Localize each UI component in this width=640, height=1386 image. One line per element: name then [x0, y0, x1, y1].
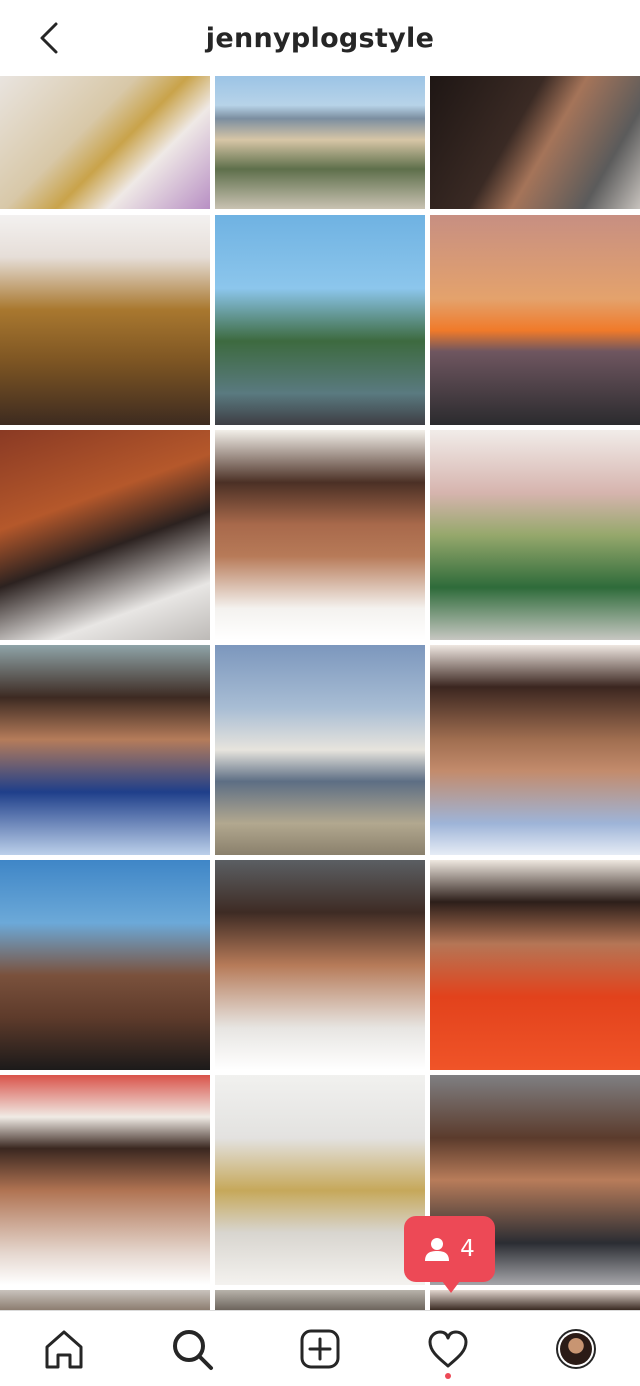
post-patio[interactable]: [430, 430, 640, 640]
person-icon: [425, 1238, 450, 1261]
post-portrait-dark[interactable]: [430, 76, 640, 209]
post-red-sweater[interactable]: [430, 860, 640, 1070]
post-beach-sun[interactable]: [215, 645, 425, 855]
chevron-left-icon: [40, 22, 58, 54]
home-icon: [45, 1330, 83, 1369]
activity-indicator-dot: [445, 1373, 451, 1379]
nav-profile[interactable]: [552, 1325, 600, 1373]
post-palm-street[interactable]: [215, 215, 425, 425]
profile-username: jennyplogstyle: [205, 22, 435, 54]
post-red-lips[interactable]: [215, 430, 425, 640]
post-beach-selfie[interactable]: [0, 860, 210, 1070]
post-coastline[interactable]: [215, 76, 425, 209]
post-grid: [0, 76, 640, 1310]
nav-home[interactable]: [40, 1325, 88, 1373]
back-button[interactable]: [34, 20, 64, 56]
notification-count: 4: [460, 1236, 475, 1262]
post-perfume-flatlay[interactable]: [0, 76, 210, 209]
bottom-nav: [0, 1310, 640, 1386]
search-icon: [173, 1330, 213, 1370]
add-post-icon: [300, 1329, 340, 1369]
nav-activity[interactable]: [424, 1325, 472, 1373]
post-chocolaterie[interactable]: [0, 430, 210, 640]
post-floral-top[interactable]: [430, 645, 640, 855]
activity-notification-badge[interactable]: 4: [404, 1216, 495, 1293]
profile-avatar: [556, 1329, 596, 1369]
post-partial-1[interactable]: [0, 1290, 210, 1310]
heart-icon: [428, 1330, 468, 1368]
post-smile[interactable]: [0, 645, 210, 855]
post-leopard-dress[interactable]: [0, 215, 210, 425]
post-car-selfie[interactable]: [215, 860, 425, 1070]
nav-search[interactable]: [168, 1325, 216, 1373]
post-vanity[interactable]: [215, 1075, 425, 1285]
post-bob-hair[interactable]: [0, 1075, 210, 1285]
post-sunset[interactable]: [430, 215, 640, 425]
top-bar: jennyplogstyle: [0, 0, 640, 76]
nav-new-post[interactable]: [296, 1325, 344, 1373]
post-partial-3[interactable]: [430, 1290, 640, 1310]
post-partial-2[interactable]: [215, 1290, 425, 1310]
